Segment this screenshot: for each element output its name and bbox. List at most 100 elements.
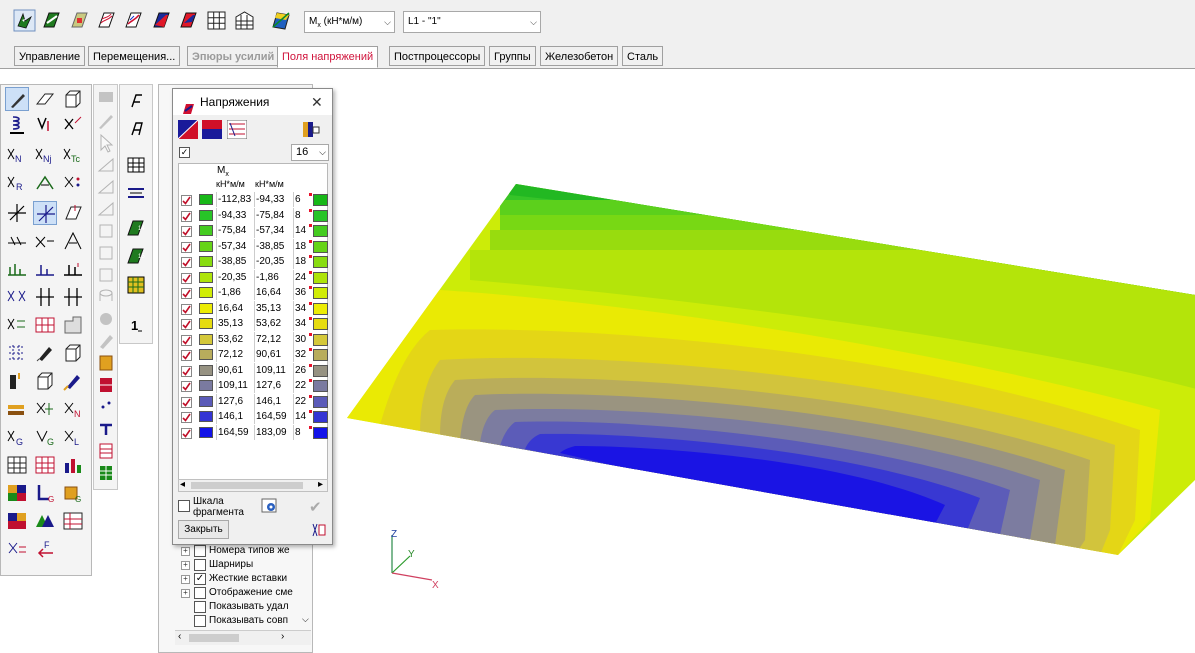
row-color-swatch[interactable]: [199, 302, 213, 314]
plate-14-icon[interactable]: 14: [124, 217, 148, 241]
row-color-swatch-right[interactable]: [313, 426, 328, 439]
row-visible-checkbox[interactable]: [181, 272, 192, 284]
row-color-swatch-right[interactable]: [313, 256, 328, 268]
row-from-value[interactable]: -1,86: [216, 285, 255, 300]
rebar-icon[interactable]: [94, 351, 118, 375]
row-color-swatch[interactable]: [199, 194, 213, 205]
tree-item-rigid-inserts[interactable]: + ✓ Жесткие вставки: [181, 572, 311, 586]
box-icon[interactable]: [61, 341, 85, 365]
section-l-icon[interactable]: [33, 257, 57, 281]
scale-row[interactable]: 146,1 164,59 14: [178, 409, 328, 424]
scroll-thumb[interactable]: [189, 634, 239, 642]
row-visible-checkbox[interactable]: [181, 319, 192, 330]
plate-load-icon[interactable]: [61, 201, 85, 225]
scale-row[interactable]: 16,64 35,13 34: [178, 300, 328, 316]
group-g-icon[interactable]: G: [5, 425, 29, 449]
tree-scroll-down-icon[interactable]: ⌵: [302, 614, 309, 625]
row-color-swatch-right[interactable]: [313, 411, 328, 423]
hinge-icon[interactable]: [33, 229, 57, 253]
row-to-value[interactable]: 72,12: [254, 331, 294, 347]
row-from-value[interactable]: -75,84: [216, 223, 255, 238]
row-visible-checkbox[interactable]: [181, 241, 192, 253]
row-color-swatch[interactable]: [199, 426, 213, 438]
row-to-value[interactable]: -1,86: [254, 269, 294, 285]
color-scale-icon[interactable]: [301, 120, 321, 139]
tree-item-hinges[interactable]: + Шарниры: [181, 558, 311, 572]
fragment-settings-icon[interactable]: [261, 498, 279, 514]
row-visible-checkbox[interactable]: [181, 210, 192, 222]
paint-brush-icon[interactable]: [61, 369, 85, 393]
dots-force-icon[interactable]: [61, 171, 85, 195]
row-color-swatch-right[interactable]: [313, 333, 328, 346]
brush-dim-icon[interactable]: [94, 329, 118, 353]
spring-icon[interactable]: [5, 113, 29, 137]
levels-select[interactable]: 16 ⌵: [291, 144, 329, 161]
row-color-swatch[interactable]: [199, 333, 213, 345]
scale-row[interactable]: 109,11 127,6 22: [178, 378, 328, 393]
pencil-icon[interactable]: [5, 87, 29, 111]
row-visible-checkbox[interactable]: [181, 226, 192, 237]
row-to-value[interactable]: -94,33: [254, 192, 294, 207]
rigid-insert-icon[interactable]: [61, 229, 85, 253]
row-to-value[interactable]: 109,11: [254, 362, 294, 378]
row-color-swatch[interactable]: [199, 209, 213, 221]
row-from-value[interactable]: 146,1: [216, 409, 255, 424]
row-color-swatch-right[interactable]: [313, 364, 328, 377]
row-color-swatch-right[interactable]: [313, 302, 328, 315]
row-to-value[interactable]: 164,59: [254, 409, 294, 424]
wedge2-icon[interactable]: [94, 175, 118, 199]
row-from-value[interactable]: 35,13: [216, 316, 255, 331]
row-from-value[interactable]: -38,85: [216, 254, 255, 269]
row-color-swatch[interactable]: [199, 395, 213, 407]
tee-icon[interactable]: [94, 417, 118, 441]
row-visible-checkbox[interactable]: [181, 195, 192, 206]
italic-a-icon[interactable]: [124, 89, 148, 113]
temp-force-icon[interactable]: Tc: [61, 143, 85, 167]
section-m-icon[interactable]: [5, 257, 29, 281]
row-color-swatch-right[interactable]: [313, 287, 328, 299]
row-from-value[interactable]: -112,83: [216, 192, 255, 207]
export-icon[interactable]: [311, 522, 327, 538]
palette-bands-icon[interactable]: [202, 120, 222, 139]
comment-icon[interactable]: [94, 87, 118, 111]
row-from-value[interactable]: 109,11: [216, 378, 255, 393]
row-color-swatch-right[interactable]: [313, 240, 328, 253]
scale-row[interactable]: -20,35 -1,86 24: [178, 269, 328, 285]
row-to-value[interactable]: 146,1: [254, 393, 294, 409]
row-visible-checkbox[interactable]: [181, 412, 192, 423]
table-small-icon[interactable]: [94, 439, 118, 463]
tree-item-display-offset[interactable]: + Отображение сме: [181, 586, 311, 600]
row-color-swatch[interactable]: [199, 225, 213, 236]
vertical-force-icon[interactable]: [33, 113, 57, 137]
cursor-icon[interactable]: [94, 131, 118, 155]
box-dim2-icon[interactable]: [94, 241, 118, 265]
table-red-icon[interactable]: [33, 453, 57, 477]
row-color-swatch[interactable]: [199, 318, 213, 329]
row-visible-checkbox[interactable]: [181, 334, 192, 346]
scroll-left-icon[interactable]: ◂: [180, 479, 185, 490]
bar-chart-icon[interactable]: [61, 453, 85, 477]
scale-row[interactable]: -112,83 -94,33 6: [178, 192, 328, 207]
row-from-value[interactable]: 72,12: [216, 347, 255, 362]
italic-a2-icon[interactable]: [124, 117, 148, 141]
dots-icon[interactable]: [94, 395, 118, 419]
wedge-icon[interactable]: [94, 153, 118, 177]
mesh-load-icon[interactable]: [5, 313, 29, 337]
tree-horizontal-scrollbar[interactable]: ‹ ›: [175, 630, 311, 645]
row-color-swatch[interactable]: [199, 411, 213, 422]
show-scale-checkbox[interactable]: ✓: [179, 147, 190, 158]
row-visible-checkbox[interactable]: [181, 350, 192, 361]
row-color-swatch-right[interactable]: [313, 318, 328, 330]
cube-outline-icon[interactable]: [33, 369, 57, 393]
beam-load-icon[interactable]: [5, 229, 29, 253]
row-color-swatch-right[interactable]: [313, 380, 328, 392]
triangles-icon[interactable]: [33, 509, 57, 533]
row-color-swatch[interactable]: [199, 349, 213, 360]
fragment-scale-checkbox[interactable]: [178, 500, 190, 512]
brush-icon[interactable]: [33, 341, 57, 365]
row-from-value[interactable]: 16,64: [216, 300, 255, 316]
node-select-icon[interactable]: [33, 201, 57, 225]
table-icon[interactable]: [5, 453, 29, 477]
row-color-swatch[interactable]: [199, 380, 213, 391]
close-icon[interactable]: ✕: [311, 89, 323, 115]
